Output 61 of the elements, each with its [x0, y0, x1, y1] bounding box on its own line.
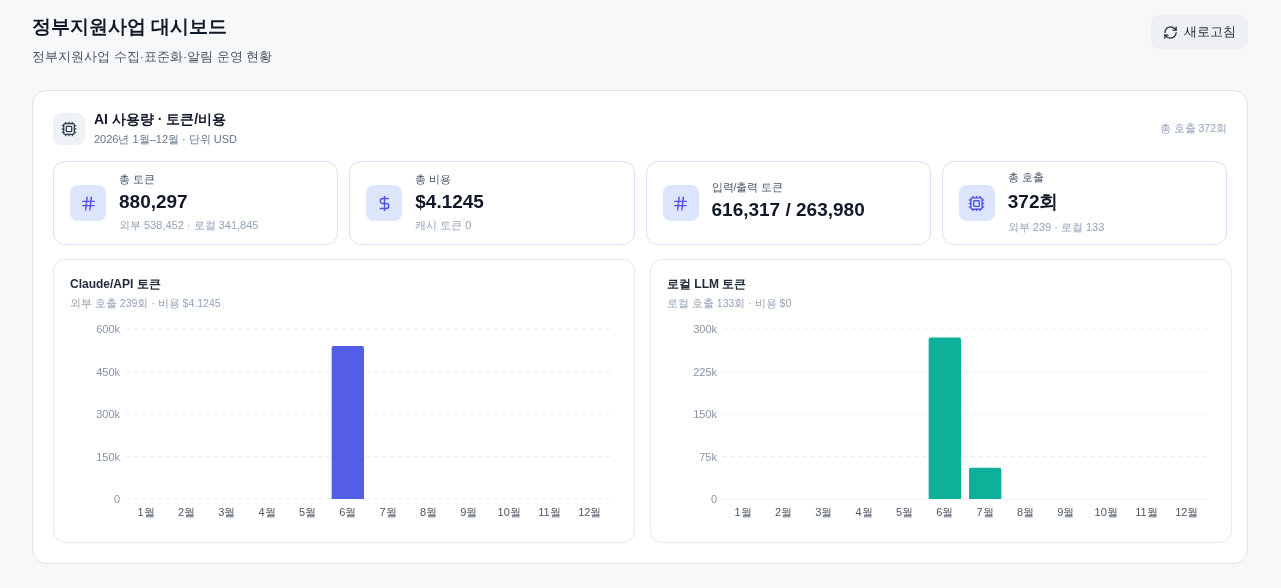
chart-subtitle: 로컬 호출 133회 · 비용 $0: [667, 297, 793, 311]
axis-tick-label: 10월: [1094, 506, 1118, 518]
axis-tick-label: 7월: [379, 506, 397, 518]
stat-label: 총 호출: [1007, 171, 1045, 185]
panel-title: AI 사용량 · 토큰/비용: [94, 111, 228, 129]
page-title: 정부지원사업 대시보드: [32, 15, 229, 39]
panel-subtitle: 2026년 1월–12월 · 단위 USD: [94, 132, 238, 147]
refresh-icon: [1163, 24, 1178, 40]
axis-tick-label: 150k: [96, 450, 120, 463]
axis-tick-label: 2월: [177, 506, 196, 518]
axis-tick-label: 1월: [734, 506, 752, 518]
axis-tick-label: 150k: [693, 408, 717, 420]
axis-tick-label: 8월: [1016, 506, 1035, 518]
stat-label: 총 토큰: [119, 173, 156, 187]
axis-tick-label: 75k: [699, 450, 717, 463]
total-calls: 총 호출 372회: [1159, 122, 1227, 136]
chip-icon: [61, 121, 77, 137]
chart-title: 로컬 LLM 토큰: [667, 276, 748, 293]
hash-icon: [672, 194, 689, 212]
chip-icon: [968, 194, 986, 212]
axis-tick-label: 300k: [693, 323, 717, 335]
chart-title: Claude/API 토큰: [70, 276, 162, 293]
stat-label: 입력/출력 토큰: [711, 180, 785, 195]
stat-note: 외부 239 · 로컬 133: [1007, 220, 1105, 235]
axis-tick-label: 11월: [1135, 506, 1158, 518]
hash-icon: [79, 194, 97, 212]
chart-subtitle: 외부 호출 239회 · 비용 $4.1245: [70, 297, 222, 311]
axis-tick-label: 600k: [96, 323, 120, 335]
axis-tick-label: 11월: [538, 506, 561, 518]
axis-tick-label: 225k: [693, 365, 717, 378]
axis-tick-label: 4월: [855, 506, 873, 518]
axis-tick-label: 3월: [218, 506, 236, 518]
axis-tick-label: 1월: [137, 506, 155, 518]
axis-tick-label: 9월: [1057, 506, 1075, 518]
axis-tick-label: 3월: [815, 506, 833, 518]
axis-tick-label: 4월: [258, 506, 276, 518]
axis-tick-label: 0: [113, 493, 120, 505]
axis-tick-label: 10월: [497, 506, 521, 518]
bar: [969, 467, 1002, 499]
stat-label: 총 비용: [415, 173, 453, 187]
stat-note: 외부 538,452 · 로컬 341,845: [119, 218, 259, 233]
axis-tick-label: 450k: [96, 365, 120, 378]
refresh-button[interactable]: 새로고침: [1151, 15, 1248, 49]
stat-value: 372회: [1007, 190, 1060, 214]
axis-tick-label: 7월: [976, 506, 994, 518]
axis-tick-label: 5월: [298, 506, 317, 518]
axis-tick-label: 9월: [460, 506, 478, 518]
axis-tick-label: 2월: [774, 506, 793, 518]
page-subtitle: 정부지원사업 수집·표준화·알림 운영 현황: [32, 48, 273, 66]
axis-tick-label: 12월: [1175, 506, 1199, 518]
axis-tick-label: 8월: [419, 506, 438, 518]
axis-tick-label: 6월: [936, 506, 954, 518]
axis-tick-label: 12월: [578, 506, 602, 518]
stat-value: $4.1245: [415, 191, 484, 213]
axis-tick-label: 5월: [895, 506, 914, 518]
axis-tick-label: 300k: [96, 408, 120, 420]
stat-value: 616,317 / 263,980: [711, 198, 865, 221]
stat-value: 880,297: [119, 191, 189, 213]
axis-tick-label: 0: [710, 493, 717, 505]
stat-note: 캐시 토큰 0: [415, 218, 473, 233]
axis-tick-label: 6월: [339, 506, 357, 518]
